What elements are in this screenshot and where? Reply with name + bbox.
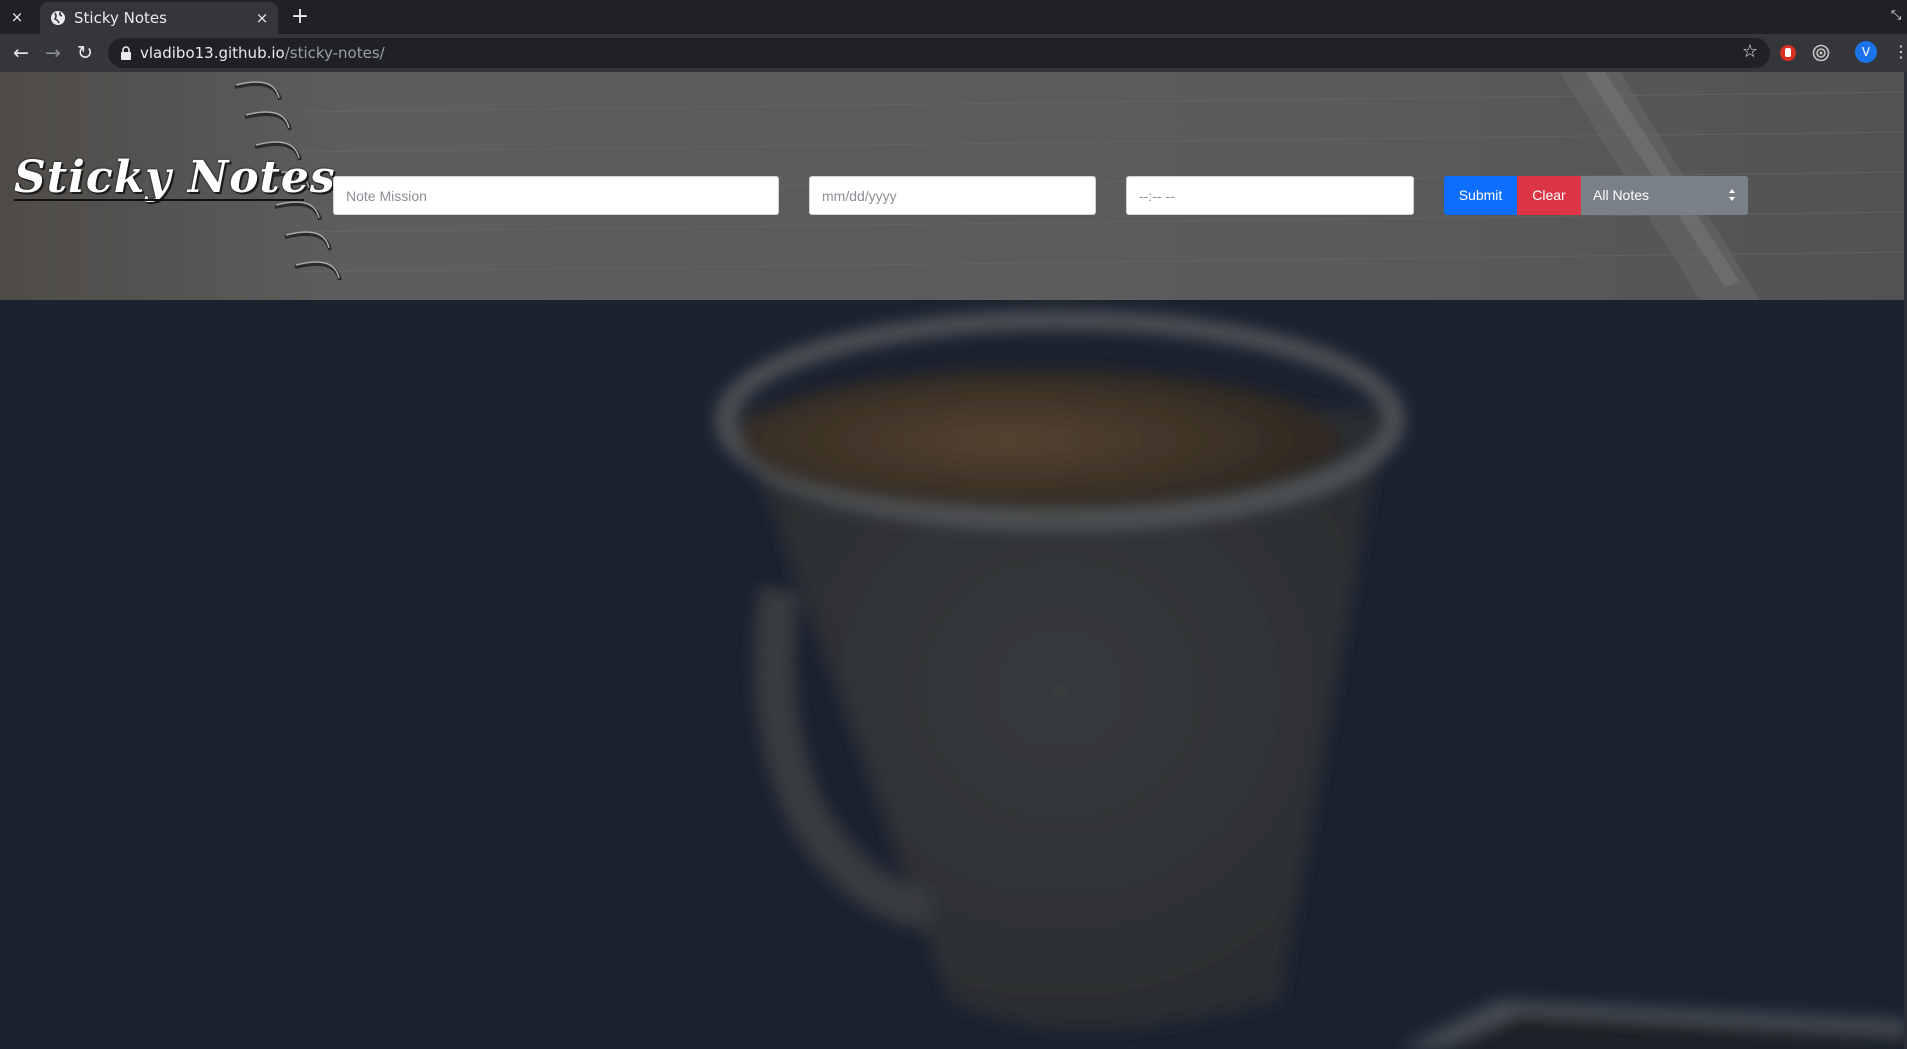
tab-close-icon[interactable]: ×	[252, 8, 272, 28]
logo-underline	[14, 199, 304, 201]
globe-icon	[51, 11, 65, 25]
back-arrow-icon[interactable]: ←	[9, 41, 33, 65]
close-window-icon[interactable]: ×	[6, 6, 28, 28]
browser-tabstrip: × Sticky Notes × + ⤡	[0, 0, 1907, 34]
url-text: vladibo13.github.io/sticky-notes/	[140, 44, 385, 62]
lock-icon	[121, 46, 131, 60]
notes-filter-value: All Notes	[1593, 187, 1650, 203]
profile-avatar[interactable]: V	[1855, 41, 1877, 63]
note-mission-input[interactable]	[333, 176, 779, 215]
page-content: Sticky Notes Submit Clear All Notes	[0, 72, 1907, 1049]
time-input[interactable]	[1126, 176, 1414, 215]
url-path: /sticky-notes/	[284, 44, 385, 62]
bookmark-star-icon[interactable]: ☆	[1742, 41, 1758, 62]
browser-menu-icon[interactable]: ⋮	[1893, 43, 1907, 61]
restore-window-icon[interactable]: ⤡	[1891, 8, 1905, 26]
address-bar[interactable]: vladibo13.github.io/sticky-notes/ ☆	[108, 38, 1770, 68]
coffee-cup-background-image	[0, 300, 1907, 1049]
select-caret-icon	[1729, 189, 1735, 201]
submit-button[interactable]: Submit	[1444, 176, 1517, 215]
extension-target-icon[interactable]	[1811, 43, 1831, 63]
date-input[interactable]	[809, 176, 1096, 215]
tab-title: Sticky Notes	[74, 9, 167, 27]
new-tab-icon[interactable]: +	[288, 5, 312, 29]
notes-board	[0, 300, 1907, 1049]
forward-arrow-icon[interactable]: →	[41, 41, 65, 65]
notes-filter-select[interactable]: All Notes	[1581, 176, 1748, 215]
reload-icon[interactable]: ↻	[73, 41, 97, 65]
url-host: vladibo13.github.io	[140, 44, 285, 62]
extension-hand-icon[interactable]	[1778, 43, 1798, 63]
browser-tab-active[interactable]: Sticky Notes ×	[40, 2, 278, 34]
app-header: Sticky Notes Submit Clear All Notes	[0, 72, 1907, 300]
app-logo: Sticky Notes	[14, 152, 336, 203]
browser-toolbar: ← → ↻ vladibo13.github.io/sticky-notes/ …	[0, 34, 1907, 72]
clear-button[interactable]: Clear	[1517, 176, 1581, 215]
